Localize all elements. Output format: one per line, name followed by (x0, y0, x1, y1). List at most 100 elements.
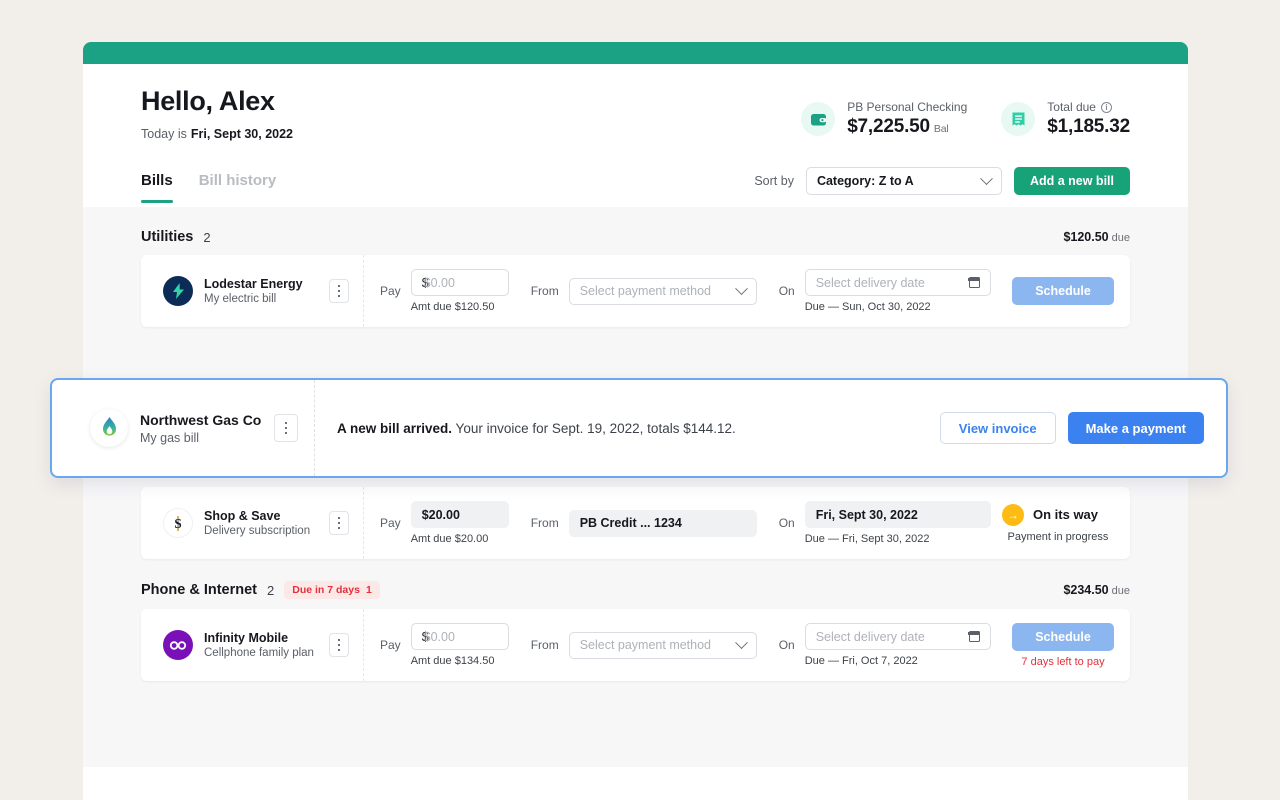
arrow-right-icon: → (1002, 503, 1024, 526)
chevron-down-icon (980, 171, 993, 185)
status-badge: On its way (1033, 507, 1099, 522)
bill-options-menu-button[interactable] (329, 511, 349, 535)
on-label: On (778, 516, 795, 530)
section-due-suffix: due (1111, 585, 1130, 597)
bill-payment-form: Pay $ $0.00 Amt due $120.50 From Select p… (363, 255, 1130, 327)
chevron-down-icon (734, 281, 748, 295)
calendar-icon[interactable] (968, 277, 981, 288)
section-count: 2 (203, 229, 211, 245)
lightning-bolt-icon (163, 276, 193, 306)
due-soon-badge: Due in 7 days 1 (284, 581, 380, 599)
payment-method-value: PB Credit ... 1234 (579, 516, 682, 530)
from-label: From (530, 284, 559, 298)
bill-name: Shop & Save (204, 509, 281, 523)
summary-suffix: Bal (933, 123, 949, 135)
section-header-utilities: Utilities 2 $120.50 due (141, 207, 1130, 255)
payment-method-select[interactable]: Select payment method (568, 631, 757, 659)
new-bill-alert-card[interactable]: Northwest Gas Co My gas bill A new bill … (50, 378, 1228, 478)
today-label: Today is (141, 127, 187, 141)
alert-bill-name: Northwest Gas Co (140, 411, 262, 428)
bill-name: Lodestar Energy (204, 277, 303, 291)
payment-status: → On its way (1002, 503, 1114, 526)
add-new-bill-button[interactable]: Add a new bill (1013, 167, 1130, 195)
bill-row-shop-and-save[interactable]: $ Shop & Save Delivery subscription Pay … (141, 487, 1130, 559)
tabs-toolbar-row: Bills Bill history Sort by Category: Z t… (141, 167, 1130, 207)
payment-method-value: Select payment method (579, 284, 712, 298)
pay-amount-value: $0.00 (423, 275, 455, 290)
amount-due-note: Amt due $120.50 (410, 301, 495, 313)
svg-text:$: $ (175, 517, 182, 532)
schedule-button[interactable]: Schedule (1012, 622, 1114, 651)
pay-amount-input[interactable]: $20.00 (410, 501, 509, 528)
due-date-note: Due — Fri, Oct 7, 2022 (804, 655, 918, 667)
alert-message-bold: A new bill arrived. (337, 420, 453, 436)
schedule-button[interactable]: Schedule (1012, 277, 1114, 305)
delivery-date-value: Select delivery date (815, 629, 925, 644)
alert-content: A new bill arrived. Your invoice for Sep… (314, 380, 1226, 476)
tab-bills[interactable]: Bills (141, 172, 173, 203)
pay-amount-input[interactable]: $ $0.00 (410, 623, 509, 650)
wallet-icon (801, 102, 836, 136)
tab-bill-history[interactable]: Bill history (199, 172, 277, 203)
payment-method-select[interactable]: Select payment method (568, 277, 757, 305)
summary-checking-account[interactable]: PB Personal Checking $7,225.50 Bal (801, 100, 967, 138)
alert-actions: View invoice Make a payment (939, 412, 1204, 444)
info-icon[interactable]: i (1100, 101, 1112, 113)
bills-list: Utilities 2 $120.50 due Lodestar Energy M… (83, 207, 1188, 767)
from-label: From (530, 638, 559, 652)
delivery-date-value: Select delivery date (815, 275, 925, 290)
bill-subtitle: Cellphone family plan (204, 647, 314, 659)
delivery-date-value: Fri, Sept 30, 2022 (815, 507, 918, 522)
infinity-icon (163, 630, 193, 660)
section-title: Utilities (141, 229, 194, 245)
summary-total-due[interactable]: Total due i $1,185.32 (1001, 100, 1130, 138)
alert-bill-subtitle: My gas bill (140, 430, 200, 445)
badge-text: Due in 7 days (292, 584, 360, 596)
bill-identity: Infinity Mobile Cellphone family plan (141, 609, 363, 681)
pay-label: Pay (380, 516, 401, 530)
bill-row-lodestar-energy[interactable]: Lodestar Energy My electric bill Pay $ $0… (141, 255, 1130, 327)
payment-method-select[interactable]: PB Credit ... 1234 (568, 509, 757, 537)
delivery-date-input[interactable]: Select delivery date (804, 623, 991, 650)
chevron-down-icon (734, 635, 748, 649)
view-invoice-button[interactable]: View invoice (939, 412, 1056, 444)
on-label: On (778, 638, 795, 652)
bill-options-menu-button[interactable] (329, 633, 349, 657)
badge-count: 1 (365, 584, 372, 596)
summary-value: $1,185.32 (1047, 116, 1130, 137)
bill-options-menu-button[interactable] (274, 414, 298, 442)
section-title: Phone & Internet (141, 582, 258, 598)
app-top-bar (83, 42, 1188, 64)
pay-amount-value: $0.00 (423, 629, 455, 644)
bill-icon (1001, 102, 1036, 136)
sort-by-label: Sort by (754, 174, 794, 188)
payment-method-value: Select payment method (579, 638, 712, 652)
make-a-payment-button[interactable]: Make a payment (1067, 412, 1204, 444)
amount-due-note: Amt due $20.00 (410, 533, 489, 545)
bill-payment-form: Pay $20.00 Amt due $20.00 From PB Credit… (363, 487, 1130, 559)
sort-select[interactable]: Category: Z to A (805, 167, 1002, 195)
bill-options-menu-button[interactable] (329, 279, 349, 303)
alert-message-rest: Your invoice for Sept. 19, 2022, totals … (452, 420, 736, 436)
pay-label: Pay (380, 284, 401, 298)
due-date-note: Due — Sun, Oct 30, 2022 (804, 301, 931, 313)
account-summaries: PB Personal Checking $7,225.50 Bal Total … (801, 86, 1130, 138)
gas-flame-icon (90, 409, 128, 447)
dollar-sign-icon: $ (163, 508, 193, 538)
from-label: From (530, 516, 559, 530)
calendar-icon[interactable] (968, 631, 981, 642)
pay-amount-input[interactable]: $ $0.00 (410, 269, 509, 296)
amount-due-note: Amt due $134.50 (410, 655, 495, 667)
bill-row-infinity-mobile[interactable]: Infinity Mobile Cellphone family plan Pa… (141, 609, 1130, 681)
bill-identity: $ Shop & Save Delivery subscription (141, 487, 363, 559)
summary-label: PB Personal Checking (847, 100, 968, 114)
summary-label: Total due (1047, 100, 1096, 114)
delivery-date-input[interactable]: Select delivery date (804, 269, 991, 296)
on-label: On (778, 284, 795, 298)
pay-amount-value: $20.00 (421, 507, 460, 522)
today-date: Fri, Sept 30, 2022 (190, 127, 293, 141)
delivery-date-input[interactable]: Fri, Sept 30, 2022 (804, 501, 991, 528)
alert-identity: Northwest Gas Co My gas bill (52, 380, 314, 476)
status-sub-note: Payment in progress (1007, 530, 1109, 543)
section-due-amount: $120.50 (1063, 230, 1109, 244)
